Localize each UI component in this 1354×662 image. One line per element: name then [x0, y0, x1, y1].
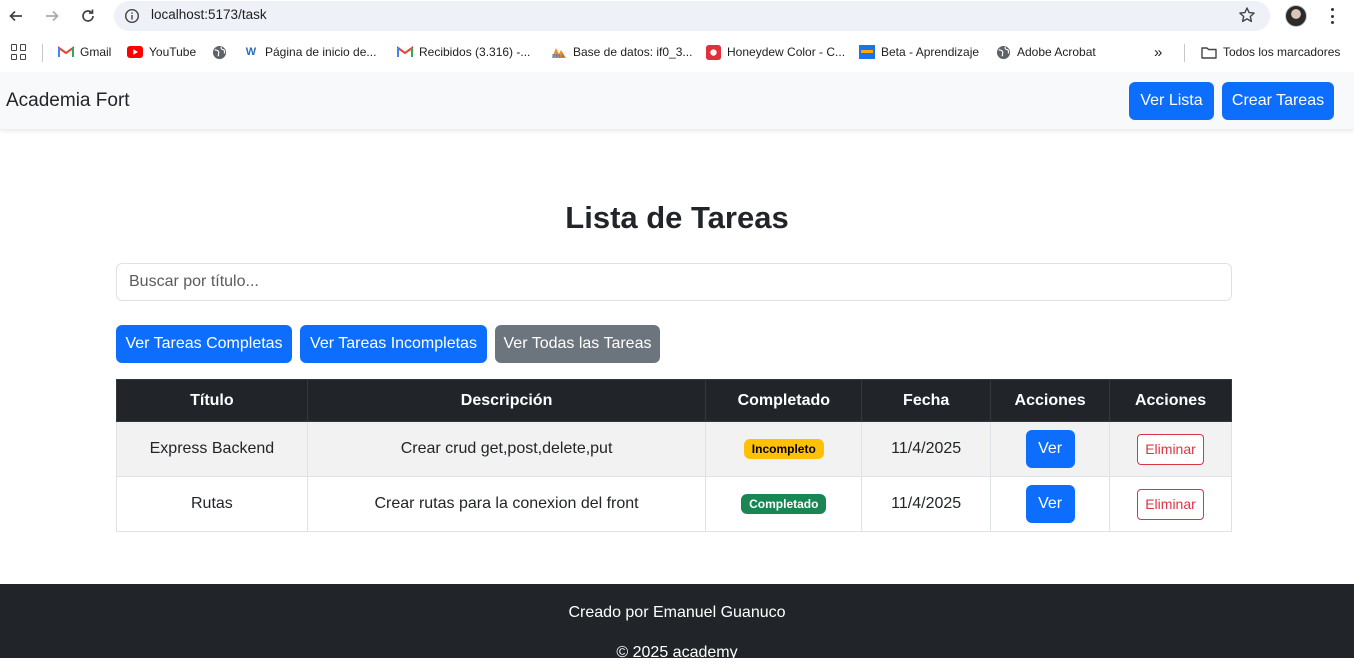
bookmark-label: Gmail [80, 45, 112, 59]
apps-grid-icon[interactable] [11, 44, 27, 60]
column-header-titulo: Título [116, 379, 308, 422]
column-header-descripcion: Descripción [306, 379, 707, 422]
cell-fecha: 11/4/2025 [861, 476, 992, 532]
bookmark-adobe[interactable]: Adobe Acrobat [995, 44, 1096, 60]
bookmarks-bar: Gmail YouTube W Página de inicio de... R… [0, 32, 1354, 72]
honeydew-icon [705, 44, 721, 60]
status-badge: Completado [741, 494, 827, 514]
cell-ver: Ver [990, 421, 1111, 477]
pma-icon: PMA [551, 44, 567, 60]
back-arrow-icon[interactable] [4, 4, 28, 28]
bookmarks-overflow-icon[interactable]: » [1154, 44, 1162, 61]
address-bar[interactable]: localhost:5173/task [114, 1, 1270, 31]
globe-icon [995, 44, 1011, 60]
bookmark-label: YouTube [149, 45, 197, 59]
brand-link[interactable]: Academia Fort [6, 90, 130, 112]
bookmark-base-datos[interactable]: PMA Base de datos: if0_3... [551, 44, 692, 60]
crear-tareas-button[interactable]: Crear Tareas [1222, 82, 1334, 120]
eliminar-button[interactable]: Eliminar [1137, 488, 1205, 520]
footer-credit: Creado por Emanuel Guanuco [568, 604, 786, 621]
bookmark-label: Recibidos (3.316) -... [419, 45, 531, 59]
bookmark-recibidos[interactable]: Recibidos (3.316) -... [397, 44, 530, 60]
table-row: Express Backend Crear crud get,post,dele… [116, 421, 1232, 477]
browser-toolbar: localhost:5173/task [0, 0, 1354, 32]
gmail-icon [58, 44, 74, 60]
bookmark-label: Base de datos: if0_3... [573, 45, 693, 59]
cell-completado: Incompleto [705, 421, 863, 477]
bookmark-label: Beta - Aprendizaje [881, 45, 980, 59]
ver-button[interactable]: Ver [1025, 430, 1075, 468]
column-header-acciones: Acciones [1109, 379, 1232, 422]
ver-lista-button[interactable]: Ver Lista [1129, 82, 1214, 120]
page-title: Lista de Tareas [565, 200, 789, 235]
bookmark-pagina-inicio[interactable]: W Página de inicio de... [243, 44, 377, 60]
bookmark-label: Todos los marcadores [1223, 45, 1341, 59]
svg-text:PMA: PMA [552, 54, 565, 59]
cell-titulo: Express Backend [116, 421, 308, 477]
reload-icon[interactable] [76, 4, 100, 28]
bookmark-label: Adobe Acrobat [1017, 45, 1096, 59]
youtube-icon [127, 44, 143, 60]
column-header-fecha: Fecha [861, 379, 992, 422]
bookmark-honeydew[interactable]: Honeydew Color - C... [705, 44, 845, 60]
eliminar-button[interactable]: Eliminar [1137, 433, 1205, 465]
beta-icon [859, 44, 875, 60]
bookmark-globe[interactable] [211, 44, 233, 60]
cell-fecha: 11/4/2025 [861, 421, 992, 477]
site-info-icon[interactable] [124, 8, 140, 24]
column-header-acciones: Acciones [990, 379, 1111, 422]
cell-titulo: Rutas [116, 476, 308, 532]
gmail-icon [397, 44, 413, 60]
url-text[interactable]: localhost:5173/task [151, 7, 267, 22]
cell-ver: Ver [990, 476, 1111, 532]
column-header-completado: Completado [705, 379, 863, 422]
tasks-table: Título Descripción Completado Fecha Acci… [116, 379, 1232, 532]
table-header-row: Título Descripción Completado Fecha Acci… [116, 379, 1232, 422]
table-row: Rutas Crear rutas para la conexion del f… [116, 476, 1232, 532]
cell-completado: Completado [705, 476, 863, 532]
cell-descripcion: Crear rutas para la conexion del front [306, 476, 707, 532]
cell-descripcion: Crear crud get,post,delete,put [306, 421, 707, 477]
w-icon: W [245, 46, 257, 58]
ver-button[interactable]: Ver [1025, 485, 1075, 523]
ver-completas-button[interactable]: Ver Tareas Completas [116, 325, 292, 363]
bookmark-beta[interactable]: Beta - Aprendizaje [859, 44, 979, 60]
app-footer: Creado por Emanuel Guanuco © 2025 academ… [0, 584, 1354, 661]
browser-menu-icon[interactable] [1323, 6, 1341, 26]
cell-eliminar: Eliminar [1109, 421, 1232, 477]
globe-icon [211, 44, 227, 60]
app-navbar: Academia Fort Ver Lista Crear Tareas [0, 72, 1354, 130]
bookmark-youtube[interactable]: YouTube [127, 44, 196, 60]
bookmark-gmail[interactable]: Gmail [58, 44, 111, 60]
bookmark-star-icon[interactable] [1238, 6, 1256, 28]
folder-icon [1201, 44, 1217, 60]
status-badge: Incompleto [743, 439, 824, 459]
ver-todas-button[interactable]: Ver Todas las Tareas [495, 325, 660, 363]
cell-eliminar: Eliminar [1109, 476, 1232, 532]
bookmarks-divider [42, 44, 43, 62]
all-bookmarks-folder[interactable]: Todos los marcadores [1201, 44, 1340, 60]
bookmark-label: Honeydew Color - C... [727, 45, 846, 59]
forward-arrow-icon[interactable] [40, 4, 64, 28]
search-input[interactable] [116, 263, 1232, 301]
bookmarks-divider [1184, 44, 1185, 62]
bookmark-label: Página de inicio de... [265, 45, 377, 59]
footer-copyright: © 2025 academy [616, 644, 738, 661]
profile-avatar[interactable] [1285, 5, 1307, 27]
ver-incompletas-button[interactable]: Ver Tareas Incompletas [300, 325, 487, 363]
